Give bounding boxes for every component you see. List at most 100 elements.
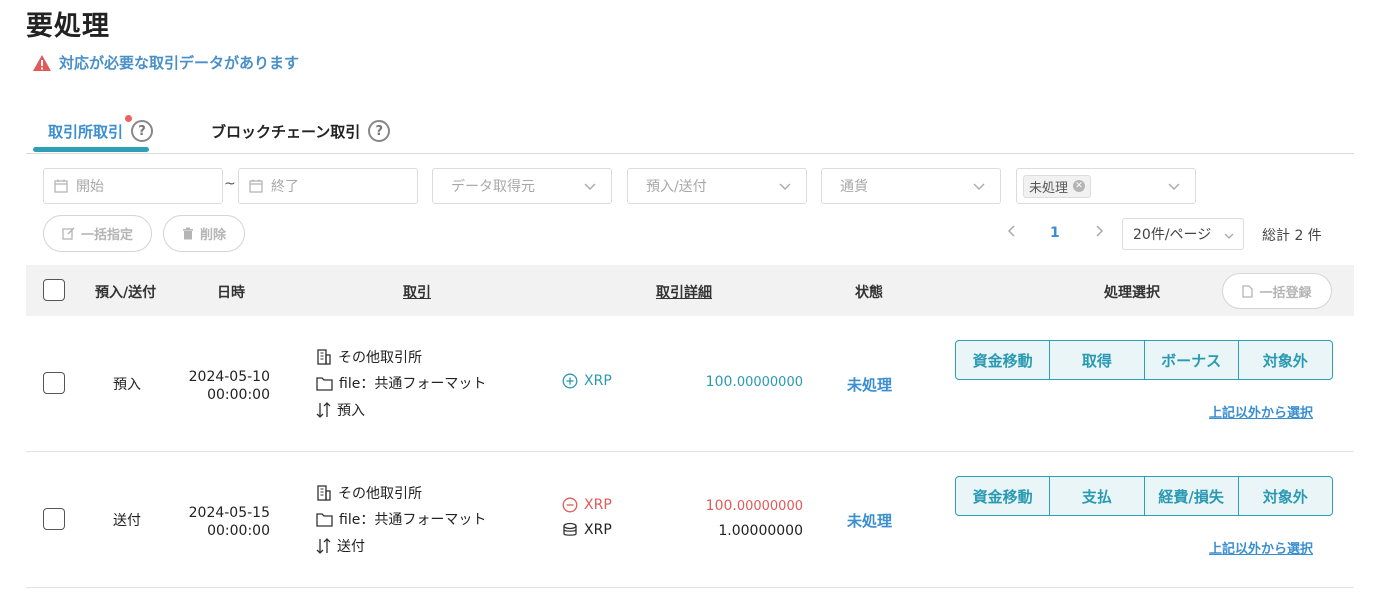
minus-circle-icon	[562, 497, 578, 513]
process-button-group: 資金移動 取得 ボーナス 対象外	[955, 340, 1333, 380]
end-date-placeholder: 終了	[271, 179, 299, 195]
start-date-placeholder: 開始	[76, 179, 104, 195]
folder-icon	[316, 376, 333, 391]
row-exchange: その他取引所	[316, 483, 422, 503]
row-type: 預入	[316, 400, 365, 420]
acquire-button[interactable]: 取得	[1050, 341, 1145, 379]
row-amount: 100.00000000	[705, 374, 803, 390]
warning-icon	[33, 54, 51, 71]
row-asset: XRP	[562, 497, 612, 513]
prev-page-button[interactable]	[1006, 224, 1018, 242]
fund-transfer-button[interactable]: 資金移動	[956, 341, 1051, 379]
chevron-down-icon	[973, 183, 985, 190]
row-fee-amount: 1.00000000	[718, 523, 803, 539]
row-datetime: 2024-05-15 00:00:00	[188, 505, 270, 539]
process-button-group: 資金移動 支払 経費/損失 対象外	[955, 476, 1333, 516]
delete-button[interactable]: 削除	[163, 215, 245, 252]
column-action: 処理選択	[1104, 285, 1160, 301]
tab-exchange-transactions[interactable]: 取引所取引 ?	[48, 114, 154, 142]
payment-button[interactable]: 支払	[1050, 477, 1145, 515]
select-other-link[interactable]: 上記以外から選択	[1209, 402, 1313, 421]
calendar-icon	[249, 179, 263, 193]
table-row: 送付 2024-05-15 00:00:00 その他取引所 file：共通フォー…	[26, 452, 1354, 588]
tab-label-blockchain: ブロックチェーン取引	[211, 122, 361, 141]
tab-blockchain-transactions[interactable]: ブロックチェーン取引 ?	[211, 120, 391, 142]
row-file: file：共通フォーマット	[316, 373, 486, 393]
direction-placeholder: 預入/送付	[646, 179, 707, 195]
fund-transfer-button[interactable]: 資金移動	[956, 477, 1051, 515]
document-icon	[1242, 284, 1254, 298]
column-direction: 預入/送付	[95, 285, 157, 301]
range-separator: ~	[224, 176, 236, 192]
row-asset: XRP	[562, 373, 612, 389]
chevron-down-icon	[584, 183, 596, 190]
table-header: 預入/送付 日時 取引 取引詳細 状態 処理選択 一括登録	[26, 265, 1354, 316]
building-icon	[317, 485, 331, 501]
edit-icon	[62, 227, 75, 240]
status-select[interactable]: 未処理 ✕	[1016, 168, 1196, 204]
help-icon[interactable]: ?	[368, 120, 391, 142]
bulk-register-label: 一括登録	[1259, 285, 1312, 301]
currency-placeholder: 通貨	[840, 179, 868, 195]
building-icon	[317, 349, 331, 365]
row-datetime: 2024-05-10 00:00:00	[188, 369, 270, 403]
bulk-assign-label: 一括指定	[80, 228, 133, 243]
select-other-link[interactable]: 上記以外から選択	[1209, 538, 1313, 557]
trash-icon	[182, 227, 193, 240]
row-direction: 預入	[113, 377, 141, 393]
tab-label-exchange: 取引所取引	[48, 114, 133, 142]
folder-icon	[316, 512, 333, 527]
expense-loss-button[interactable]: 経費/損失	[1145, 477, 1239, 515]
row-status: 未処理	[847, 376, 893, 394]
column-datetime: 日時	[217, 285, 245, 301]
column-transaction[interactable]: 取引	[403, 282, 431, 302]
total-count: 総計 2 件	[1262, 228, 1322, 244]
row-amount: 100.00000000	[705, 498, 803, 514]
excluded-button[interactable]: 対象外	[1239, 341, 1332, 379]
chevron-right-icon	[1096, 225, 1104, 237]
row-checkbox[interactable]	[43, 372, 65, 394]
status-tag: 未処理 ✕	[1023, 174, 1092, 198]
data-source-select[interactable]: データ取得元	[432, 168, 612, 204]
end-date-input[interactable]: 終了	[238, 168, 418, 204]
close-icon[interactable]: ✕	[1073, 180, 1086, 192]
bulk-assign-button[interactable]: 一括指定	[43, 215, 152, 252]
coins-icon	[563, 522, 577, 536]
status-tag-label: 未処理	[1029, 180, 1069, 196]
page-title: 要処理	[26, 11, 110, 42]
chevron-down-icon	[1224, 233, 1234, 239]
notification-dot	[125, 114, 133, 122]
start-date-input[interactable]: 開始	[43, 168, 223, 204]
calendar-icon	[54, 179, 68, 193]
direction-select[interactable]: 預入/送付	[627, 168, 807, 204]
data-source-placeholder: データ取得元	[451, 179, 535, 195]
chevron-down-icon	[1168, 183, 1180, 190]
next-page-button[interactable]	[1093, 224, 1105, 242]
chevron-left-icon	[1007, 225, 1015, 237]
plus-circle-icon	[562, 373, 578, 389]
delete-label: 削除	[199, 228, 226, 243]
alert-text: 対応が必要な取引データがあります	[59, 54, 300, 72]
table-row: 預入 2024-05-10 00:00:00 その他取引所 file：共通フォー…	[26, 316, 1354, 452]
transfer-arrows-icon	[316, 402, 331, 418]
bulk-register-button[interactable]: 一括登録	[1222, 273, 1332, 309]
tab-bar: 取引所取引 ? ブロックチェーン取引 ?	[26, 112, 1354, 154]
column-detail[interactable]: 取引詳細	[656, 282, 712, 302]
help-icon[interactable]: ?	[131, 120, 154, 142]
row-status: 未処理	[847, 512, 893, 530]
page-size-select[interactable]: 20件/ページ	[1122, 218, 1244, 250]
transfer-arrows-icon	[316, 538, 331, 554]
row-fee-asset: XRP	[562, 522, 612, 538]
row-direction: 送付	[113, 513, 141, 529]
active-tab-indicator	[33, 147, 149, 152]
alert-message: 対応が必要な取引データがあります	[32, 52, 299, 73]
excluded-button[interactable]: 対象外	[1239, 477, 1332, 515]
currency-select[interactable]: 通貨	[821, 168, 1001, 204]
select-all-checkbox[interactable]	[43, 279, 65, 301]
row-exchange: その他取引所	[316, 347, 422, 367]
row-checkbox[interactable]	[43, 508, 65, 530]
column-status: 状態	[855, 285, 883, 301]
page-size-value: 20件/ページ	[1133, 227, 1212, 243]
page-number-current[interactable]: 1	[1050, 225, 1060, 241]
bonus-button[interactable]: ボーナス	[1145, 341, 1239, 379]
